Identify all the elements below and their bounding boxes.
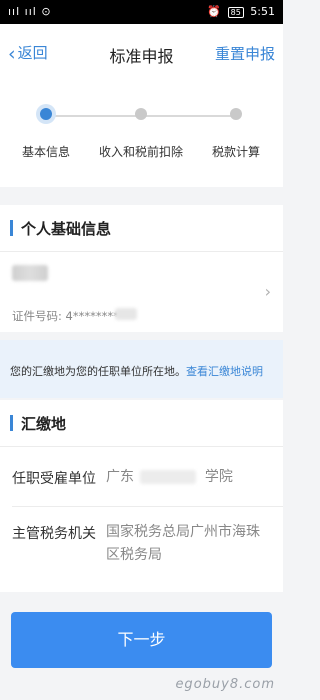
watermark: egobuy8.com (175, 677, 275, 692)
redacted-id-tail (115, 308, 137, 320)
section-title: 个人基础信息 (21, 220, 112, 238)
status-time: 5:51 (250, 5, 275, 18)
notice-text: 您的汇缴地为您的任职单位所在地。 (10, 365, 186, 378)
step-connector (141, 115, 236, 117)
step-label-tax-calc: 税款计算 (211, 145, 261, 159)
alarm-icon: ⏰ (207, 5, 222, 18)
chevron-right-icon: › (264, 282, 271, 301)
section-title: 汇缴地 (21, 415, 67, 433)
remit-header: 汇缴地 (0, 400, 283, 446)
next-step-button[interactable]: 下一步 (11, 612, 272, 668)
step-label-basic-info: 基本信息 (21, 145, 71, 159)
employer-label: 任职受雇单位 (12, 471, 96, 487)
redacted-block (140, 470, 196, 484)
status-bar: ııl ııl ⊙ ⏰ 85 5:51 (0, 0, 283, 24)
step-label-income: 收入和税前扣除 (98, 145, 184, 159)
employer-value-start: 广东 (106, 469, 134, 485)
id-number-row: 证件号码: 4********** (12, 308, 130, 324)
battery-icon: 85 (227, 7, 244, 18)
signal-icons: ııl ııl ⊙ (8, 5, 52, 18)
section-accent-bar (10, 415, 13, 431)
remit-explanation-link[interactable]: 查看汇缴地说明 (186, 365, 263, 378)
employer-value-end: 学院 (204, 469, 233, 485)
divider (12, 506, 283, 507)
reset-declaration-button[interactable]: 重置申报 (215, 43, 275, 64)
step-connector (46, 115, 141, 117)
nav-bar: ‹ 返回 标准申报 重置申报 (0, 24, 283, 82)
step-dot-tax-calc (230, 108, 242, 120)
remit-notice: 您的汇缴地为您的任职单位所在地。查看汇缴地说明 (0, 340, 283, 398)
tax-office-value: 国家税务总局广州市海珠区税务局 (106, 524, 260, 563)
tax-office-label: 主管税务机关 (12, 526, 96, 542)
id-label: 证件号码: (12, 309, 66, 323)
step-dot-basic-info (40, 108, 52, 120)
step-indicator: 基本信息 收入和税前扣除 税款计算 (0, 82, 283, 187)
redacted-name (12, 265, 48, 281)
section-accent-bar (10, 220, 13, 236)
personal-info-header: 个人基础信息 (0, 205, 283, 251)
step-dot-income (135, 108, 147, 120)
status-right: ⏰ 85 5:51 (207, 5, 275, 18)
